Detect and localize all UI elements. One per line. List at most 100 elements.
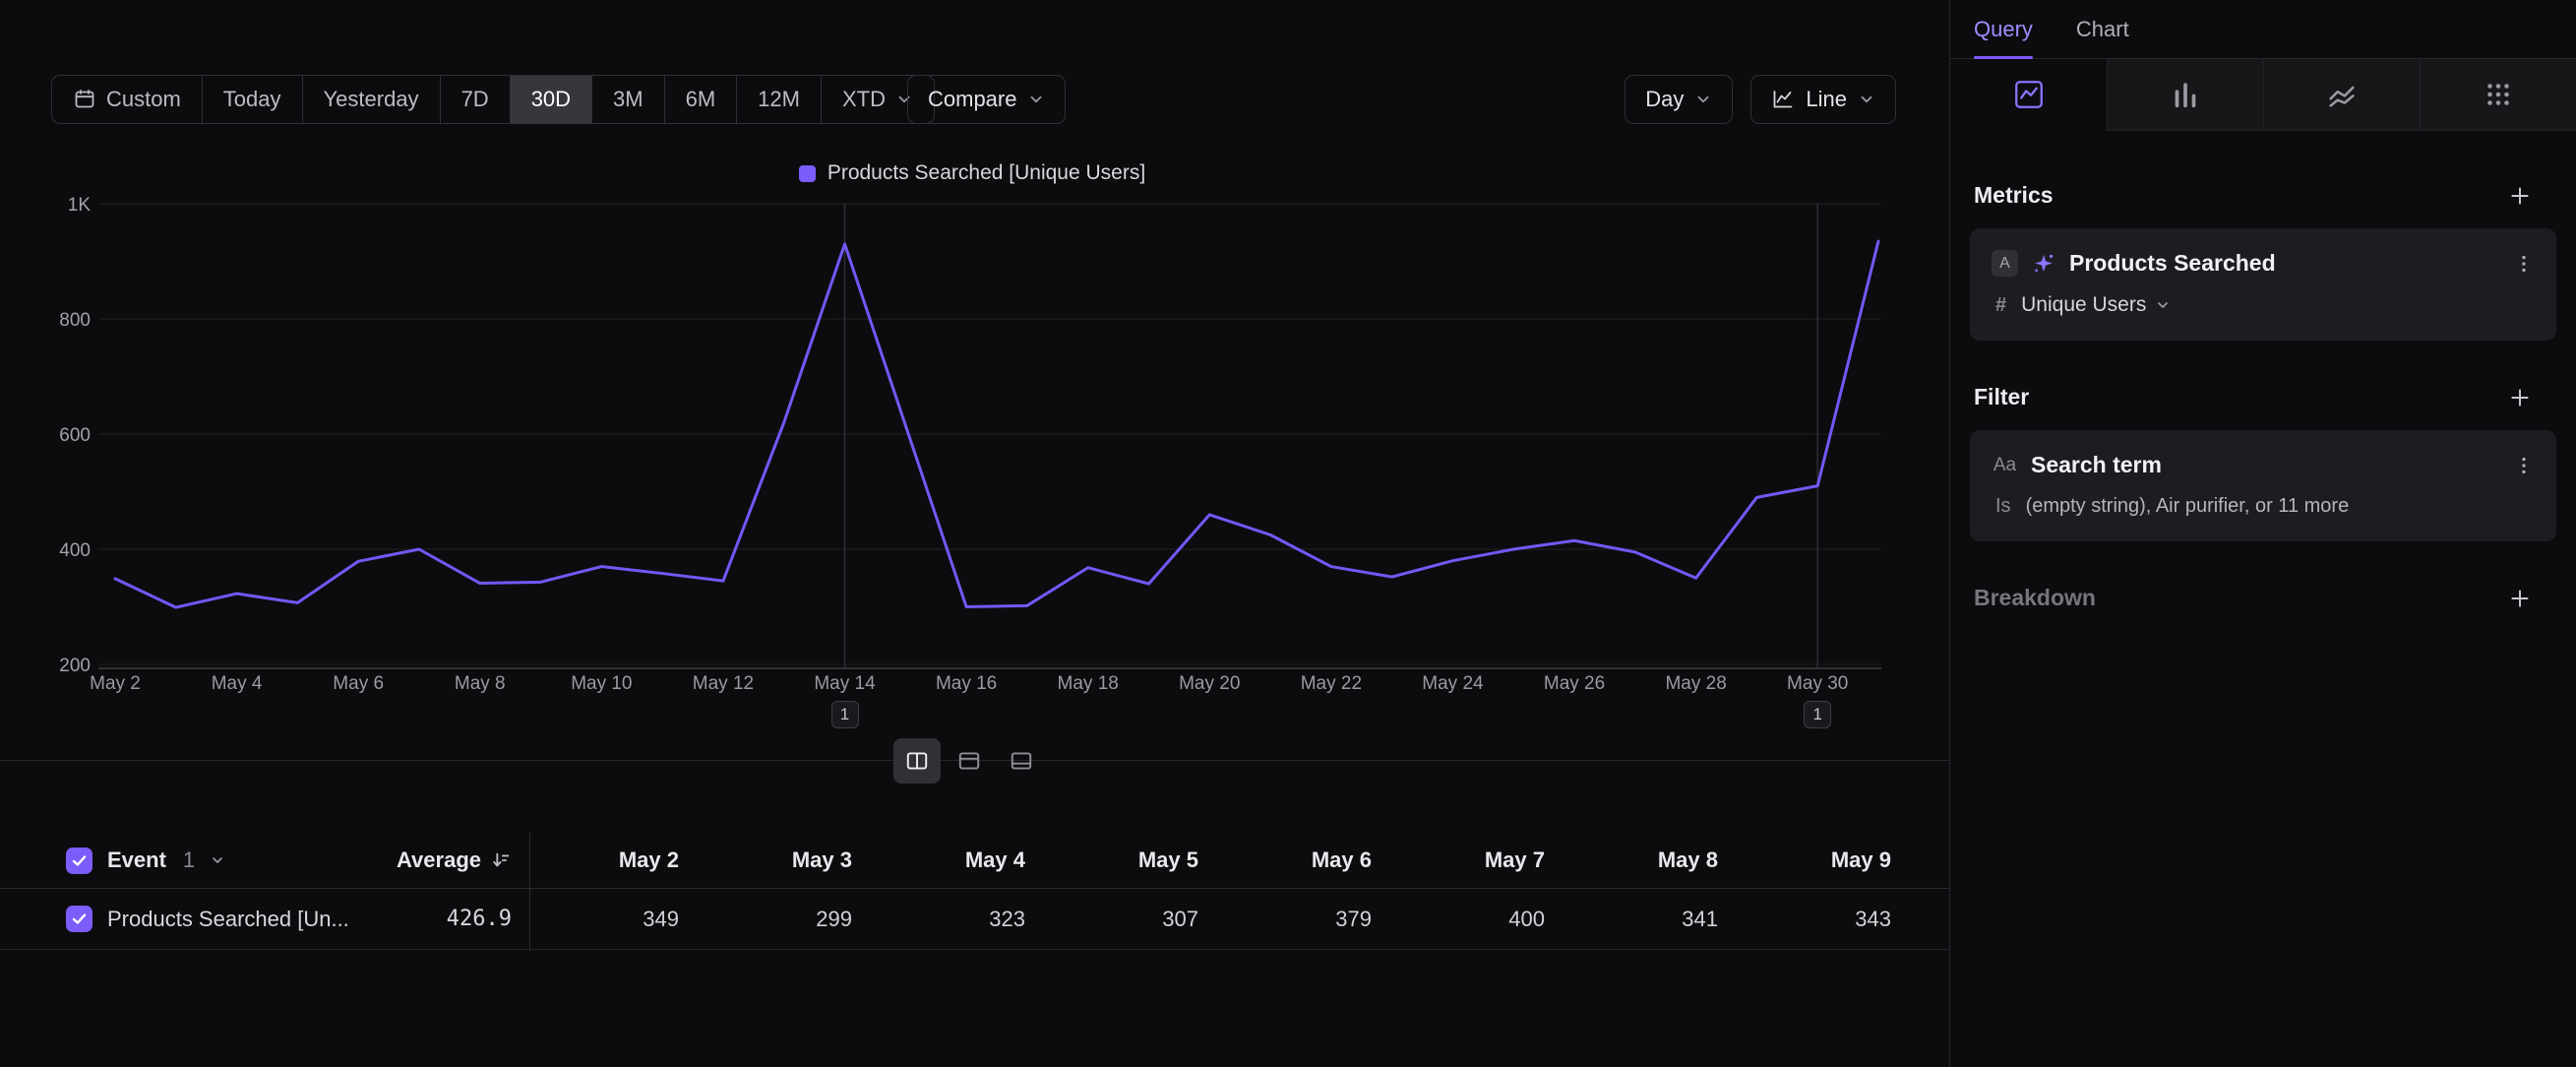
x-axis-label: May 12 [693,673,754,694]
row-day-value: 341 [1568,907,1742,932]
add-metric-button[interactable] [2507,183,2533,209]
row-day-value: 400 [1395,907,1568,932]
table-day-header[interactable]: May 7 [1395,847,1568,873]
x-axis-label: May 16 [936,673,997,694]
tab-query[interactable]: Query [1974,0,2033,58]
chevron-down-icon [1858,91,1875,108]
y-axis-label: 400 [59,540,91,561]
row-checkbox[interactable] [66,906,92,932]
sidebar-tabs: Query Chart [1950,0,2576,59]
x-axis-label: May 26 [1544,673,1605,694]
add-breakdown-button[interactable] [2507,586,2533,611]
date-range-today[interactable]: Today [202,76,302,123]
granularity-button[interactable]: Day [1625,75,1733,124]
tab-chart[interactable]: Chart [2076,0,2129,58]
filter-property-name[interactable]: Search term [2031,452,2162,478]
main-panel: CustomTodayYesterday7D30D3M6M12MXTD Comp… [0,0,1949,1067]
compare-button[interactable]: Compare [907,75,1066,124]
table-day-header[interactable]: May 9 [1742,847,1915,873]
annotation-badge[interactable]: 1 [831,701,859,728]
metric-tab[interactable] [2420,59,2576,131]
row-day-value: 299 [703,907,876,932]
row-average-value: 426.9 [447,907,512,931]
filter-value[interactable]: (empty string), Air purifier, or 11 more [2026,495,2350,518]
table-day-header[interactable]: May 3 [703,847,876,873]
line-chart-icon [1771,88,1795,111]
toolbar-right-group: Day Line [1625,75,1896,124]
table-day-header[interactable]: May 2 [529,847,703,873]
metric-card[interactable]: A Products Searched # Unique Users [1970,228,2556,341]
filter-menu-icon[interactable] [2513,455,2535,476]
split-vertical-view-button[interactable] [893,738,941,784]
aggregation-label: Unique Users [2021,293,2146,317]
date-range-7d[interactable]: 7D [440,76,510,123]
bar-chart-tab[interactable] [2107,59,2263,131]
table-day-header[interactable]: May 5 [1049,847,1222,873]
metrics-heading: Metrics [1974,182,2054,209]
average-header-label: Average [397,847,481,873]
event-count: 1 [183,847,195,873]
x-axis-label: May 28 [1665,673,1726,694]
granularity-label: Day [1645,87,1684,112]
sort-icon[interactable] [490,849,512,871]
date-range-custom[interactable]: Custom [52,76,202,123]
date-range-12m[interactable]: 12M [736,76,821,123]
chart-type-button[interactable]: Line [1750,75,1896,124]
table-body: Products Searched [Un...426.934929932330… [0,889,1949,950]
x-axis-label: May 20 [1179,673,1240,694]
table-row[interactable]: Products Searched [Un...426.934929932330… [0,889,1949,950]
chevron-down-icon[interactable] [210,852,225,868]
x-axis-label: May 24 [1422,673,1484,694]
event-header-cell: Event 1 [0,847,374,874]
average-header-cell[interactable]: Average [374,847,529,873]
annotation-badge[interactable]: 1 [1804,701,1831,728]
filter-type-badge: Aa [1992,455,2018,476]
filter-card[interactable]: Aa Search term Is (empty string), Air pu… [1970,430,2556,541]
day-header-group: May 2May 3May 4May 5May 6May 7May 8May 9 [529,847,1915,873]
date-range-3m[interactable]: 3M [591,76,664,123]
legend-swatch [799,165,816,182]
add-filter-button[interactable] [2507,385,2533,410]
tab-query-label: Query [1974,17,2033,42]
chart-type-tabs [1950,59,2576,131]
series-line [115,241,1878,607]
line-chart-tab[interactable] [1950,59,2107,131]
date-range-yesterday[interactable]: Yesterday [302,76,440,123]
table-day-header[interactable]: May 8 [1568,847,1742,873]
table-header-row: Event 1 Average May 2May 3May 4May 5May … [0,833,1949,889]
x-axis-label: May 8 [455,673,506,694]
aggregation-prefix: # [1995,294,2006,317]
stacked-chart-tab[interactable] [2263,59,2420,131]
metric-name[interactable]: Products Searched [2069,250,2276,277]
calendar-icon [73,88,96,111]
event-header-label: Event [107,847,166,873]
results-table: Event 1 Average May 2May 3May 4May 5May … [0,833,1949,950]
full-view-button[interactable] [998,738,1045,784]
date-range-6m[interactable]: 6M [664,76,737,123]
row-day-value: 307 [1049,907,1222,932]
chevron-down-icon [2155,297,2171,313]
table-day-header[interactable]: May 4 [876,847,1049,873]
y-axis-label: 600 [59,425,91,446]
aggregation-selector[interactable]: Unique Users [2021,293,2171,317]
table-column-separator [529,833,530,951]
x-axis-label: May 6 [333,673,384,694]
breakdown-heading-row: Breakdown [1950,585,2576,611]
x-axis-label: May 22 [1301,673,1362,694]
chart-legend[interactable]: Products Searched [Unique Users] [55,161,1889,185]
table-day-header[interactable]: May 6 [1222,847,1395,873]
x-axis-label: May 14 [814,673,876,694]
filter-heading: Filter [1974,384,2029,410]
chevron-down-icon [1694,91,1712,108]
split-horizontal-view-button[interactable] [946,738,993,784]
y-axis-label: 1K [68,195,92,216]
metric-menu-icon[interactable] [2513,253,2535,275]
date-range-control: CustomTodayYesterday7D30D3M6M12MXTD [51,75,935,124]
y-axis-label: 200 [59,656,91,676]
line-chart[interactable]: 2004006008001KMay 2May 4May 6May 8May 10… [55,187,1889,738]
select-all-checkbox[interactable] [66,847,92,874]
row-day-value: 323 [876,907,1049,932]
filter-operator[interactable]: Is [1995,495,2011,518]
sparkle-icon [2031,251,2056,277]
date-range-30d[interactable]: 30D [510,76,591,123]
